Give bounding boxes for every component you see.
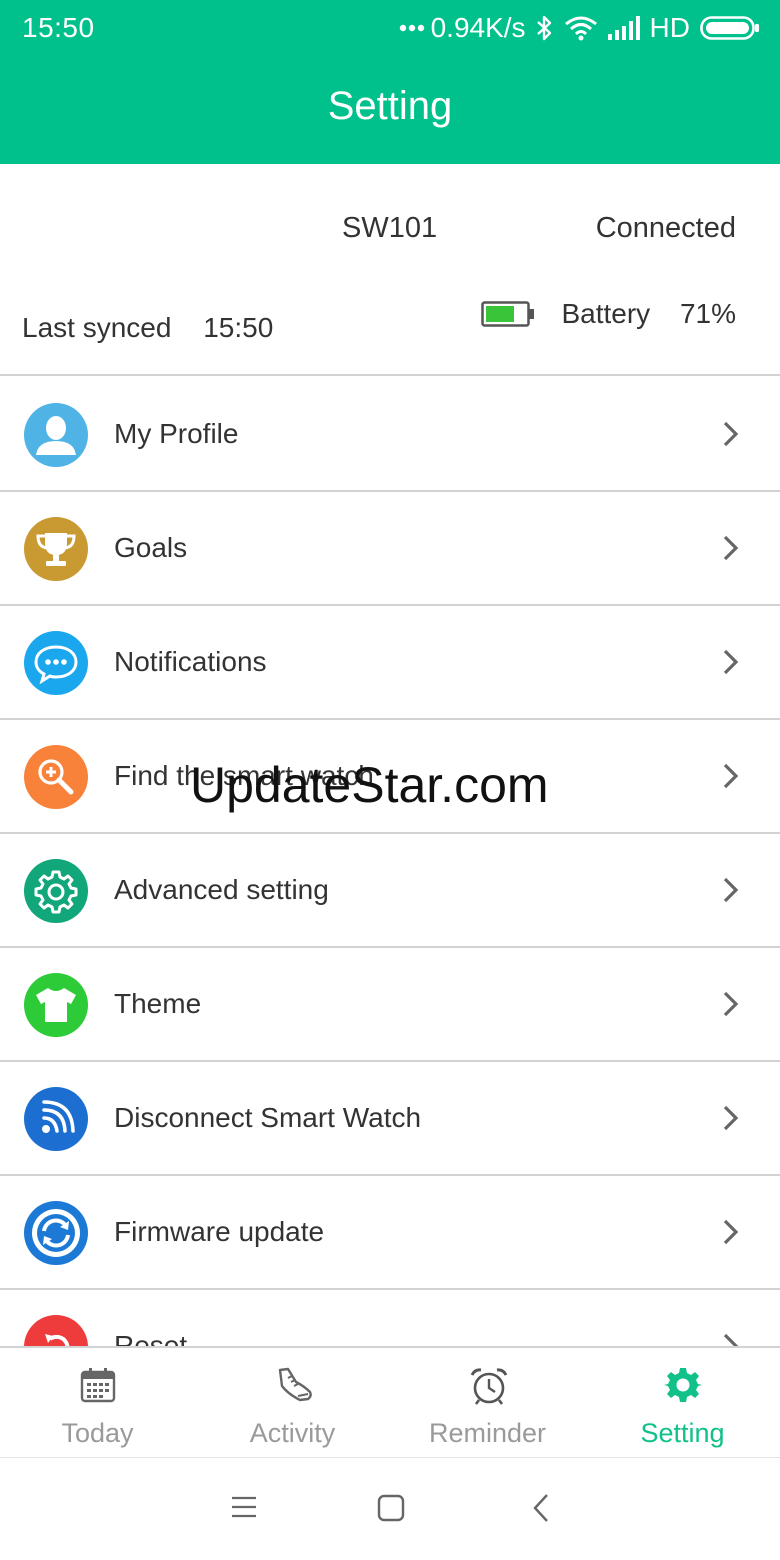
status-icons: 0.94K/s HD xyxy=(399,10,760,46)
chevron-right-icon xyxy=(723,991,739,1017)
last-synced-label: Last synced xyxy=(22,312,172,343)
tab-label: Reminder xyxy=(428,1418,547,1448)
menu-item-advanced-setting[interactable]: Advanced setting xyxy=(0,834,780,948)
battery-label: Battery xyxy=(561,298,651,329)
back-chevron-icon[interactable] xyxy=(531,1493,551,1523)
chevron-right-icon xyxy=(723,1333,739,1346)
menu-item-notifications[interactable]: Notifications xyxy=(0,606,780,720)
tab-today[interactable]: Today xyxy=(0,1348,195,1458)
shirt-icon xyxy=(24,973,88,1037)
tab-reminder[interactable]: Reminder xyxy=(390,1348,585,1458)
tab-activity[interactable]: Activity xyxy=(195,1348,390,1458)
chevron-right-icon xyxy=(723,1219,739,1245)
gear-icon xyxy=(24,859,88,923)
alarm-clock-icon xyxy=(470,1368,508,1405)
menu-item-label: Goals xyxy=(114,532,188,563)
network-speed: 0.94K/s xyxy=(430,12,526,43)
tab-label: Today xyxy=(61,1418,134,1448)
device-info-panel: SW101 Connected Last synced 15:50 Batter… xyxy=(0,164,780,376)
status-bar: 15:50 0.94K/s HD xyxy=(0,0,780,56)
menu-item-label: My Profile xyxy=(114,418,239,449)
settings-menu: My Profile Goals Notifications Find the … xyxy=(0,378,780,1346)
app-header: 15:50 0.94K/s HD Setting xyxy=(0,0,780,164)
menu-item-label: Find the smart watch xyxy=(114,760,374,791)
more-dots-icon xyxy=(399,24,424,32)
chevron-right-icon xyxy=(723,763,739,789)
home-square-icon[interactable] xyxy=(377,1494,405,1522)
shoe-icon xyxy=(278,1367,312,1402)
connection-status: Connected xyxy=(595,212,736,244)
menu-item-label: Reset xyxy=(114,1330,188,1346)
system-nav-bar xyxy=(0,1458,780,1560)
magnifier-icon xyxy=(24,745,88,809)
tab-label: Activity xyxy=(249,1418,336,1448)
menu-item-disconnect[interactable]: Disconnect Smart Watch xyxy=(0,1062,780,1176)
menu-item-label: Theme xyxy=(114,988,202,1019)
reset-icon xyxy=(24,1315,88,1346)
trophy-icon xyxy=(24,517,88,581)
battery-icon xyxy=(700,16,759,40)
tab-label: Setting xyxy=(640,1418,725,1448)
chevron-right-icon xyxy=(723,877,739,903)
bottom-tab-bar: Today Activity Reminder Setting xyxy=(0,1346,780,1458)
page-title: Setting xyxy=(327,84,453,128)
status-time: 15:50 xyxy=(22,12,95,43)
last-synced: Last synced 15:50 xyxy=(22,312,273,344)
sync-icon xyxy=(24,1201,88,1265)
menu-item-my-profile[interactable]: My Profile xyxy=(0,378,780,492)
menu-item-find-watch[interactable]: Find the smart watch xyxy=(0,720,780,834)
menu-item-goals[interactable]: Goals xyxy=(0,492,780,606)
wifi-icon xyxy=(564,16,597,41)
chevron-right-icon xyxy=(723,535,739,561)
chat-bubble-icon xyxy=(24,631,88,695)
broadcast-icon xyxy=(24,1087,88,1151)
menu-item-label: Disconnect Smart Watch xyxy=(114,1102,422,1133)
bluetooth-icon xyxy=(536,15,551,41)
menu-item-label: Firmware update xyxy=(114,1216,325,1247)
chevron-right-icon xyxy=(723,1105,739,1131)
device-battery-icon xyxy=(481,301,535,327)
device-name: SW101 xyxy=(342,212,438,244)
menu-item-firmware-update[interactable]: Firmware update xyxy=(0,1176,780,1290)
menu-item-label: Advanced setting xyxy=(114,874,329,905)
tab-setting[interactable]: Setting xyxy=(585,1348,780,1458)
calendar-icon xyxy=(80,1368,116,1403)
menu-lines-icon[interactable] xyxy=(231,1496,257,1518)
menu-item-theme[interactable]: Theme xyxy=(0,948,780,1062)
menu-item-reset[interactable]: Reset xyxy=(0,1290,780,1346)
last-synced-time: 15:50 xyxy=(203,312,274,343)
signal-icon xyxy=(607,16,640,40)
gear-icon xyxy=(664,1368,702,1402)
menu-item-label: Notifications xyxy=(114,646,267,677)
chevron-right-icon xyxy=(723,421,739,447)
network-type: HD xyxy=(649,12,690,43)
chevron-right-icon xyxy=(723,649,739,675)
profile-icon xyxy=(24,403,88,467)
battery-percent: 71% xyxy=(679,298,736,329)
device-battery: Battery 71% xyxy=(481,298,736,330)
